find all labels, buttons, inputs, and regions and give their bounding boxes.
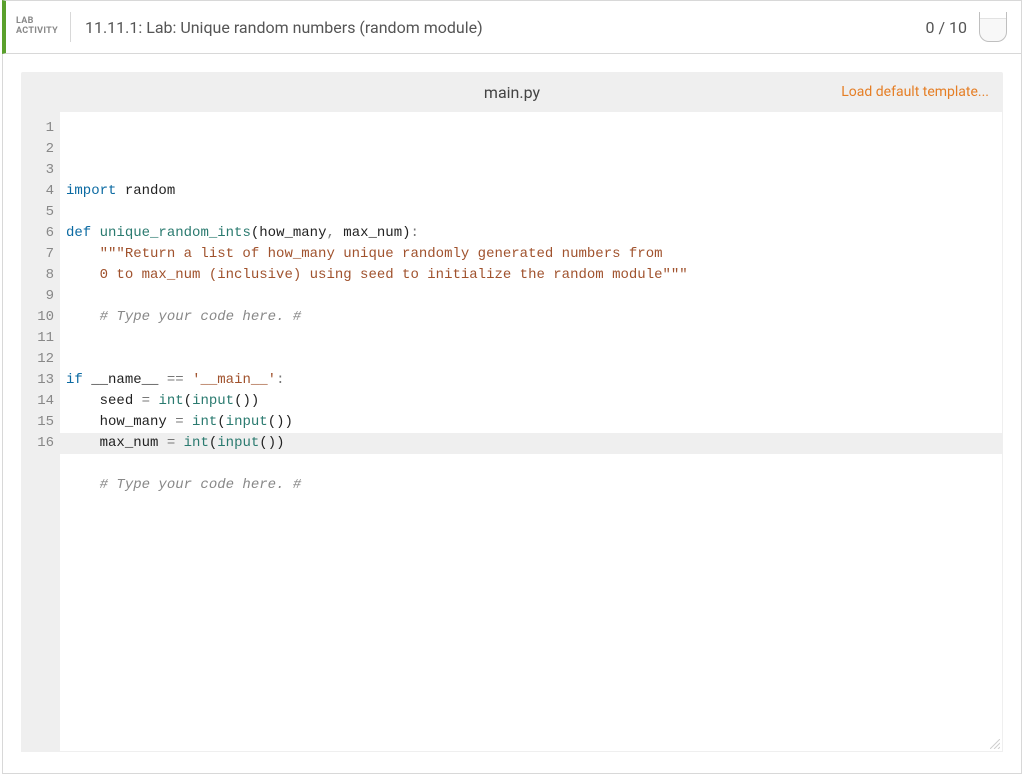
code-line[interactable]: if __name__ == '__main__': [66,370,1002,391]
line-number: 12 [22,349,54,370]
code-line[interactable]: seed = int(input()) [66,391,1002,412]
code-line[interactable]: def unique_random_ints(how_many, max_num… [66,223,1002,244]
code-line[interactable] [66,349,1002,370]
code-line[interactable]: """Return a list of how_many unique rand… [66,244,1002,265]
line-number: 14 [22,391,54,412]
line-number: 2 [22,139,54,160]
code-line[interactable]: max_num = int(input()) [66,433,1002,454]
code-line[interactable]: import random [66,181,1002,202]
label-line2: ACTIVITY [16,27,58,37]
pocket-icon[interactable] [979,12,1007,42]
lab-activity-label: LAB ACTIVITY [16,12,71,42]
code-line[interactable] [66,454,1002,475]
line-number: 1 [22,118,54,139]
file-name: main.py [21,83,1003,102]
line-number: 4 [22,181,54,202]
line-number: 9 [22,286,54,307]
editor-panel: main.py Load default template... 1234567… [2,54,1022,774]
code-line[interactable] [66,496,1002,517]
code-line[interactable]: # Type your code here. # [66,307,1002,328]
line-number: 8 [22,265,54,286]
line-number: 15 [22,412,54,433]
lab-score: 0 / 10 [925,18,979,37]
code-line[interactable] [66,328,1002,349]
line-number: 11 [22,328,54,349]
code-line[interactable] [66,286,1002,307]
line-number: 10 [22,307,54,328]
code-line[interactable]: how_many = int(input()) [66,412,1002,433]
code-area[interactable]: import random def unique_random_ints(how_… [60,112,1002,751]
code-line[interactable]: # Type your code here. # [66,475,1002,496]
line-number: 5 [22,202,54,223]
code-editor[interactable]: 12345678910111213141516 import randomdef… [21,112,1003,752]
line-number: 6 [22,223,54,244]
lab-header: LAB ACTIVITY 11.11.1: Lab: Unique random… [2,0,1022,54]
line-number: 7 [22,244,54,265]
lab-title: 11.11.1: Lab: Unique random numbers (ran… [71,18,926,37]
file-bar: main.py Load default template... [21,72,1003,112]
line-number: 3 [22,160,54,181]
line-number: 16 [22,433,54,454]
line-number: 13 [22,370,54,391]
resize-handle-icon[interactable] [990,739,1000,749]
code-line[interactable]: 0 to max_num (inclusive) using seed to i… [66,265,1002,286]
line-number-gutter: 12345678910111213141516 [22,112,60,751]
code-line[interactable] [66,202,1002,223]
